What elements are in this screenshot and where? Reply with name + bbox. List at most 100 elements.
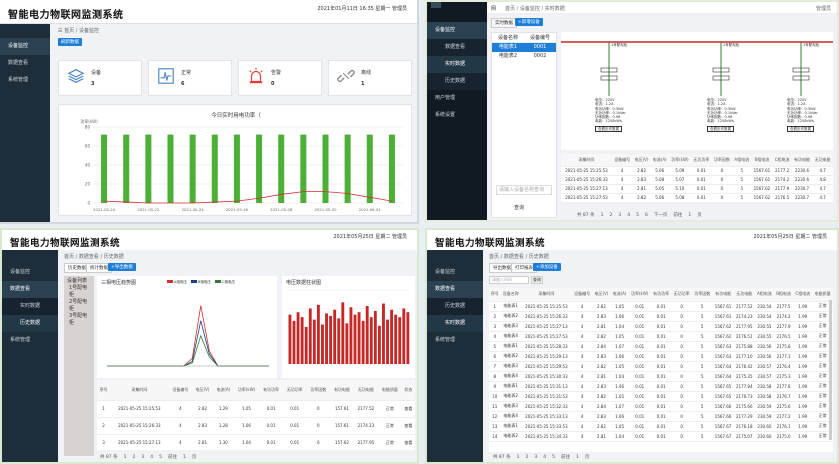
sidebar-item-realtime[interactable]: 实时数据 <box>2 298 58 315</box>
column-header[interactable]: 无功电能 <box>733 288 755 302</box>
column-header[interactable]: 功率因数 <box>306 380 331 401</box>
page-item[interactable]: 1 <box>688 213 691 218</box>
table-row[interactable]: 12 电能表4 2021-05-25 15:33:13 4 2.83 1.06 0.01 0.… <box>489 411 833 422</box>
column-header[interactable]: 无功电能 <box>812 154 833 167</box>
page-item[interactable]: 3 <box>534 455 537 460</box>
column-header[interactable]: 设备名称 <box>500 288 521 302</box>
column-header[interactable]: 功率因数 <box>711 154 733 167</box>
table-row[interactable]: 3 2021-05-25 15:27:13 4 2.81 1.30 1.04 0.01 0.0… <box>97 434 415 450</box>
column-header[interactable]: 功率(kW) <box>628 288 651 302</box>
column-header[interactable]: 有功功率 <box>650 288 672 302</box>
sidebar-item-system[interactable]: 系统管理 <box>0 72 50 89</box>
date-search-input[interactable]: 请输入时间 <box>489 276 529 284</box>
page-item[interactable]: 2 <box>132 455 135 460</box>
sidebar-item-realtime[interactable]: 实时数据 <box>427 315 483 332</box>
sidebar-item-data[interactable]: 数据查看 <box>0 55 50 72</box>
column-header[interactable]: 设备编号 <box>571 288 593 302</box>
page-item[interactable]: 2 <box>609 213 612 218</box>
sidebar-item-data[interactable]: 数据查看 <box>2 281 58 298</box>
sidebar-item-data[interactable]: 数据查看 <box>427 281 483 298</box>
column-header[interactable]: 电能质量 <box>378 380 402 401</box>
column-header[interactable]: 功率(kW) <box>668 154 691 167</box>
page-item[interactable]: 1 <box>576 455 579 460</box>
table-row[interactable]: 10 电能表2 2021-05-25 15:31:53 4 2.82 1.05 0.01 0.… <box>489 391 833 402</box>
sidebar-item-monitor[interactable]: 设备监控 <box>2 264 58 281</box>
header-user[interactable]: 管理员 <box>816 5 831 12</box>
sidebar-item-users[interactable]: 用户管理 <box>427 90 487 107</box>
column-header[interactable]: B相电流 <box>774 288 794 302</box>
page-item[interactable]: 4 <box>627 213 630 218</box>
table-row[interactable]: 2021-05-25 15:25:53 4 2.82 5.06 5.09 0.01 0 5 15… <box>561 166 833 176</box>
table-scrollbar[interactable] <box>829 300 832 440</box>
column-header[interactable]: 电压(V) <box>592 288 611 302</box>
table-row[interactable]: 13 电能表1 2021-05-25 15:33:53 4 2.82 1.05 0.01 0.… <box>489 421 833 432</box>
column-header[interactable]: 采集时间 <box>110 380 169 401</box>
column-header[interactable]: 功率因数 <box>691 288 713 302</box>
sidebar-item-history[interactable]: 历史数据 <box>427 73 487 90</box>
page-item[interactable]: 1 <box>183 455 186 460</box>
table-row[interactable]: 5 电能表1 2021-05-25 15:28:33 4 2.84 1.07 0.01 0.0… <box>489 341 833 352</box>
table-row[interactable]: 3 电能表3 2021-05-25 15:27:13 4 2.81 1.04 0.01 0.0… <box>489 321 833 332</box>
view-history-button[interactable]: 查看历史数据 <box>595 125 622 133</box>
sidebar-item-system[interactable]: 系统管理 <box>427 332 483 349</box>
sidebar-item-monitor[interactable]: 设备监控 <box>427 264 483 281</box>
column-header[interactable]: 无功功率 <box>671 288 692 302</box>
column-header[interactable]: C相电流 <box>793 288 813 302</box>
sidebar-item-data[interactable]: 数据查看 <box>427 39 487 56</box>
page-item[interactable]: 1 <box>601 213 604 218</box>
column-header[interactable]: 状态 <box>401 380 415 401</box>
menu-toggle-icon[interactable]: ☰ <box>58 28 62 34</box>
tree-node[interactable]: 2号配电柜 <box>67 299 91 313</box>
page-item[interactable]: 共 87 条 <box>100 455 118 460</box>
tab-device-name[interactable]: 设备名称 <box>492 33 524 42</box>
table-row[interactable]: 2021-05-25 15:27:13 4 2.81 5.05 5.10 0.01 0 5 15… <box>561 184 833 194</box>
table-row[interactable]: 2021-05-25 15:27:53 4 2.82 5.06 5.08 0.01 0 5 15… <box>561 193 833 203</box>
page-item[interactable]: 6 <box>645 213 648 218</box>
query-button[interactable]: 查询 <box>514 204 524 211</box>
page-item[interactable]: 前往 <box>673 213 682 218</box>
column-header[interactable]: 无功电能 <box>353 380 379 401</box>
table-row[interactable]: 2 电能表2 2021-05-25 15:26:33 4 2.83 1.06 0.01 0.0… <box>489 311 833 322</box>
page-item[interactable]: 5 <box>552 455 555 460</box>
column-header[interactable]: 有功电能 <box>712 288 734 302</box>
column-header[interactable]: 设备编号 <box>168 380 193 401</box>
export-button[interactable]: +导出数据 <box>108 263 136 271</box>
table-row[interactable]: 8 电能表4 2021-05-25 15:30:33 4 2.81 1.04 0.01 0.0… <box>489 371 833 382</box>
tree-node[interactable]: 1号配电柜 <box>67 285 91 299</box>
column-header[interactable]: C相电流 <box>772 154 792 167</box>
column-header[interactable]: 无功功率 <box>282 380 307 401</box>
page-item[interactable]: 页 <box>697 213 702 218</box>
page-item[interactable]: 4 <box>543 455 546 460</box>
tree-root[interactable]: 设备列表 <box>67 278 91 285</box>
sidebar-item-history[interactable]: 历史数据 <box>427 298 483 315</box>
column-header[interactable]: 序号 <box>489 288 501 302</box>
tab-realtime[interactable]: 实时数据 <box>491 18 517 28</box>
list-item[interactable]: 电能表1 0001 <box>492 43 556 52</box>
add-device-button[interactable]: +添加设备 <box>533 263 561 271</box>
column-header[interactable]: 电压(V) <box>632 154 651 167</box>
sidebar-item-settings[interactable]: 系统设置 <box>427 107 487 124</box>
header-user[interactable]: 2021年01月11日 16:35 星期一 管理员 <box>317 5 407 12</box>
crumb-home[interactable]: 首页 <box>64 28 74 34</box>
column-header[interactable]: 电流(A) <box>650 154 669 167</box>
query-button[interactable]: 查询 <box>531 276 543 284</box>
page-item[interactable]: 4 <box>150 455 153 460</box>
table-row[interactable]: 4 电能表4 2021-05-25 15:27:53 4 2.82 1.05 0.01 0.0… <box>489 331 833 342</box>
add-device-button[interactable]: +新增设备 <box>515 18 543 26</box>
table-row[interactable]: 1 电能表1 2021-05-25 15:25:53 4 2.82 1.05 0.01 0.0… <box>489 301 833 312</box>
column-header[interactable]: 无功功率 <box>690 154 712 167</box>
page-item[interactable]: 3 <box>618 213 621 218</box>
device-search-input[interactable]: 请输入设备名称查询 <box>496 185 552 195</box>
table-row[interactable]: 2 2021-05-25 15:26:33 4 2.83 1.28 1.06 0.01 0.0… <box>97 417 415 435</box>
sidebar-item-monitor[interactable]: 设备监控 <box>0 38 50 55</box>
header-user[interactable]: 2021年05月25日 星期二 管理员 <box>753 233 827 240</box>
column-header[interactable]: 电流(A) <box>212 380 234 401</box>
page-item[interactable]: 5 <box>159 455 162 460</box>
table-row[interactable]: 6 电能表2 2021-05-25 15:29:13 4 2.83 1.06 0.01 0.0… <box>489 351 833 362</box>
column-header[interactable]: 有功电能 <box>791 154 813 167</box>
page-item[interactable]: 共 87 条 <box>493 455 511 460</box>
page-item[interactable]: 共 87 条 <box>577 213 595 218</box>
page-item[interactable]: 1 <box>517 455 520 460</box>
tree-node[interactable]: 3号配电柜 <box>67 313 91 327</box>
page-item[interactable]: 3 <box>141 455 144 460</box>
